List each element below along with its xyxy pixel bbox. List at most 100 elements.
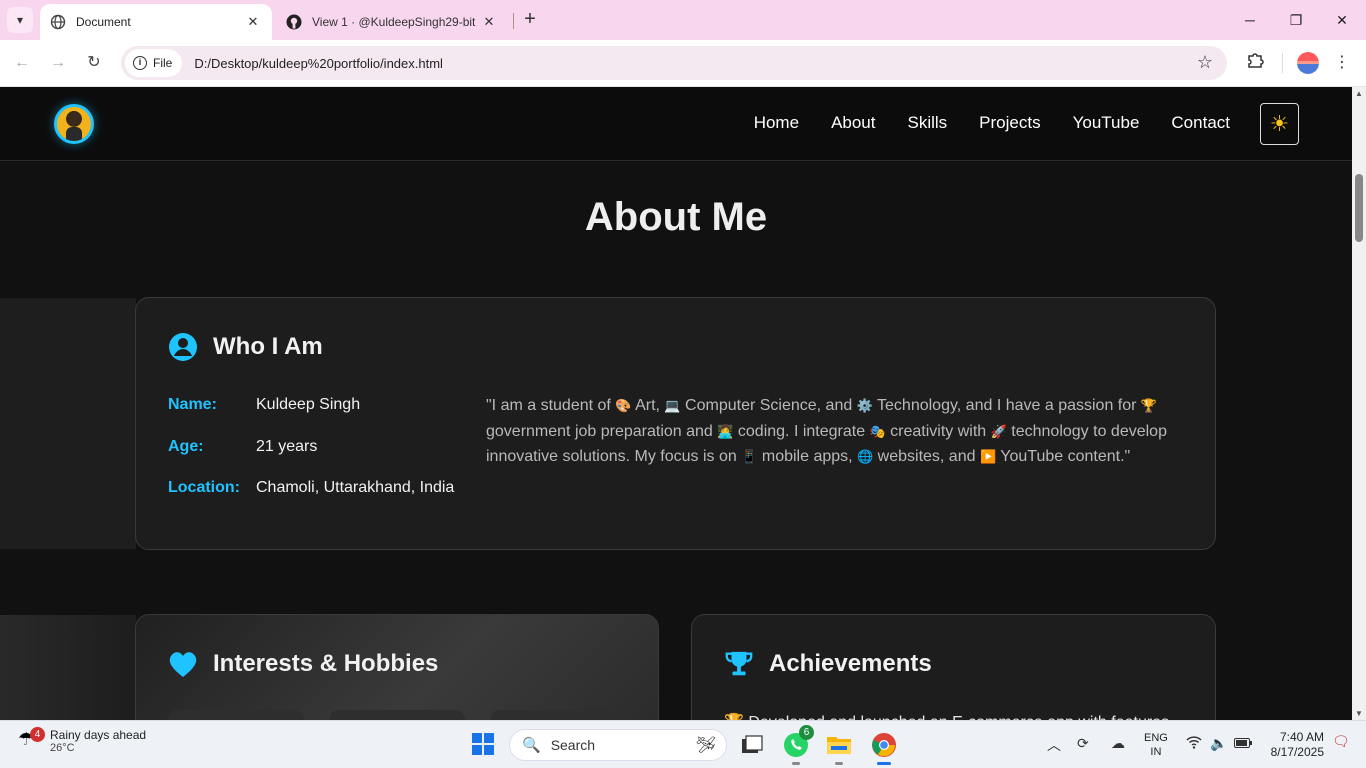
tab-document[interactable]: Document ✕ bbox=[40, 4, 272, 40]
clock-date: 8/17/2025 bbox=[1270, 745, 1324, 759]
chrome-app[interactable] bbox=[868, 729, 900, 765]
windows-logo-pane bbox=[484, 745, 494, 755]
page-viewport: Home About Skills Projects YouTube Conta… bbox=[0, 87, 1352, 720]
restore-button[interactable]: ❐ bbox=[1284, 8, 1308, 32]
bio-text: creativity with bbox=[885, 422, 991, 440]
page-scrollbar[interactable]: ▲ ▼ bbox=[1352, 87, 1366, 720]
nav-link-youtube[interactable]: YouTube bbox=[1073, 113, 1140, 133]
chevron-down-icon: ▾ bbox=[16, 13, 24, 27]
url-text[interactable]: D:/Desktop/kuldeep%20portfolio/index.htm… bbox=[194, 56, 443, 71]
taskbar: ☂ 4 Rainy days ahead 26°C 🔍 Search 🛩 6 ︿… bbox=[0, 720, 1366, 768]
site-logo-avatar[interactable] bbox=[54, 104, 94, 144]
nav-link-projects[interactable]: Projects bbox=[979, 113, 1040, 133]
start-button[interactable] bbox=[472, 733, 494, 755]
info-row-name: Name: Kuldeep Singh bbox=[168, 396, 360, 414]
close-window-button[interactable]: ✕ bbox=[1330, 8, 1354, 32]
address-toolbar: ← → ↻ i File D:/Desktop/kuldeep%20portfo… bbox=[0, 40, 1366, 87]
search-icon: 🔍 bbox=[522, 737, 541, 754]
tab-search-button[interactable]: ▾ bbox=[7, 7, 33, 33]
search-placeholder: Search bbox=[550, 737, 596, 753]
wifi-icon[interactable] bbox=[1186, 735, 1202, 752]
mobile-phone-icon: 📱 bbox=[741, 449, 758, 464]
close-tab-icon[interactable]: ✕ bbox=[480, 14, 498, 30]
interest-pill[interactable] bbox=[329, 710, 465, 720]
info-row-age: Age: 21 years bbox=[168, 438, 317, 456]
scroll-down-arrow-icon[interactable]: ▼ bbox=[1355, 709, 1363, 718]
tab-divider bbox=[513, 13, 514, 29]
forward-button[interactable]: → bbox=[46, 51, 70, 75]
tab-github[interactable]: View 1 · @KuldeepSingh29-bit ✕ bbox=[276, 4, 508, 40]
nav-link-contact[interactable]: Contact bbox=[1171, 113, 1230, 133]
minimize-button[interactable]: ─ bbox=[1238, 8, 1262, 32]
laptop-icon: 💻 bbox=[664, 398, 681, 413]
rocket-icon: 🚀 bbox=[990, 423, 1007, 439]
who-i-am-card: Who I Am Name: Kuldeep Singh Age: 21 yea… bbox=[135, 297, 1216, 550]
windows-logo-pane bbox=[484, 733, 494, 743]
weather-title: Rainy days ahead bbox=[50, 728, 147, 742]
masks-icon: 🎭 bbox=[869, 423, 886, 439]
taskbar-search[interactable]: 🔍 Search 🛩 bbox=[509, 729, 727, 761]
browser-tab-bar: ▾ Document ✕ View 1 · @KuldeepSingh29-bi… bbox=[0, 0, 1366, 40]
bio-text: YouTube content." bbox=[996, 448, 1131, 465]
weather-widget[interactable]: ☂ 4 Rainy days ahead 26°C bbox=[18, 727, 147, 754]
task-view-app[interactable] bbox=[736, 729, 768, 761]
sync-icon[interactable]: ⟳ bbox=[1077, 735, 1089, 752]
interest-pill[interactable] bbox=[490, 710, 626, 720]
running-indicator bbox=[877, 762, 891, 765]
back-button[interactable]: ← bbox=[10, 51, 34, 75]
nav-link-skills[interactable]: Skills bbox=[908, 113, 948, 133]
trophy-icon: 🏆 bbox=[1140, 398, 1158, 413]
more-menu-icon[interactable]: ⋮ bbox=[1330, 51, 1354, 75]
show-hidden-icons-chevron-up-icon[interactable]: ︿ bbox=[1047, 735, 1061, 755]
nav-link-home[interactable]: Home bbox=[754, 113, 799, 133]
system-clock[interactable]: 7:40 AM 8/17/2025 bbox=[1262, 730, 1324, 760]
bio-text: "I am a student of bbox=[486, 397, 616, 414]
scroll-up-arrow-icon[interactable]: ▲ bbox=[1355, 89, 1363, 98]
who-heading-text: Who I Am bbox=[213, 333, 323, 360]
bookmark-star-icon[interactable]: ☆ bbox=[1197, 52, 1213, 73]
toolbar-divider bbox=[1282, 53, 1283, 73]
region-code: IN bbox=[1150, 746, 1162, 758]
extensions-icon[interactable] bbox=[1243, 51, 1267, 75]
profile-avatar[interactable] bbox=[1297, 52, 1319, 74]
info-row-location: Location: Chamoli, Uttarakhand, India bbox=[168, 479, 454, 497]
whatsapp-app[interactable]: 6 bbox=[780, 725, 814, 765]
battery-icon[interactable] bbox=[1234, 735, 1252, 751]
theme-toggle-button[interactable]: ☀ bbox=[1260, 103, 1299, 145]
section-title: About Me bbox=[584, 195, 768, 239]
scrollbar-thumb[interactable] bbox=[1355, 174, 1363, 242]
gear-icon: ⚙️ bbox=[856, 398, 873, 413]
chrome-icon bbox=[872, 733, 896, 757]
nav-link-about[interactable]: About bbox=[831, 113, 875, 133]
info-value: Chamoli, Uttarakhand, India bbox=[256, 479, 455, 496]
tab-title: Document bbox=[76, 15, 131, 29]
palette-icon: 🎨 bbox=[615, 398, 632, 413]
language-indicator[interactable]: ENG IN bbox=[1144, 731, 1168, 759]
achievements-card: Achievements 🏆 Developed and launched an… bbox=[691, 614, 1216, 720]
site-info-chip[interactable]: i File bbox=[125, 49, 183, 77]
cloud-offline-icon[interactable]: ☁ bbox=[1111, 735, 1125, 752]
bio-text: coding. I integrate bbox=[733, 422, 870, 440]
close-tab-icon[interactable]: ✕ bbox=[244, 14, 262, 30]
bio-text: mobile apps, bbox=[757, 448, 858, 465]
new-tab-button[interactable]: + bbox=[518, 8, 542, 32]
omnibox[interactable]: i File D:/Desktop/kuldeep%20portfolio/in… bbox=[121, 46, 1227, 80]
rain-umbrella-icon: ☂ 4 bbox=[18, 727, 45, 753]
interest-pill[interactable] bbox=[168, 710, 304, 720]
trophy-icon bbox=[724, 649, 754, 679]
running-indicator bbox=[835, 762, 843, 765]
volume-icon[interactable]: 🔈 bbox=[1210, 735, 1227, 752]
file-explorer-app[interactable] bbox=[823, 729, 855, 765]
background-panel bbox=[0, 298, 136, 549]
info-value: Kuldeep Singh bbox=[256, 396, 361, 413]
avatar-figure bbox=[66, 127, 82, 141]
tab-title: View 1 · @KuldeepSingh29-bit bbox=[312, 15, 476, 29]
user-circle-icon bbox=[168, 332, 198, 362]
info-label: Name: bbox=[168, 396, 217, 413]
notification-center-icon[interactable]: 🗨 bbox=[1332, 733, 1350, 750]
task-view-icon bbox=[742, 735, 763, 753]
reload-button[interactable]: ↻ bbox=[82, 51, 106, 75]
nav-links: Home About Skills Projects YouTube Conta… bbox=[754, 113, 1230, 133]
bio-quote: "I am a student of 🎨 Art, 💻 Computer Sci… bbox=[486, 393, 1186, 470]
card-heading: Achievements bbox=[724, 649, 932, 679]
